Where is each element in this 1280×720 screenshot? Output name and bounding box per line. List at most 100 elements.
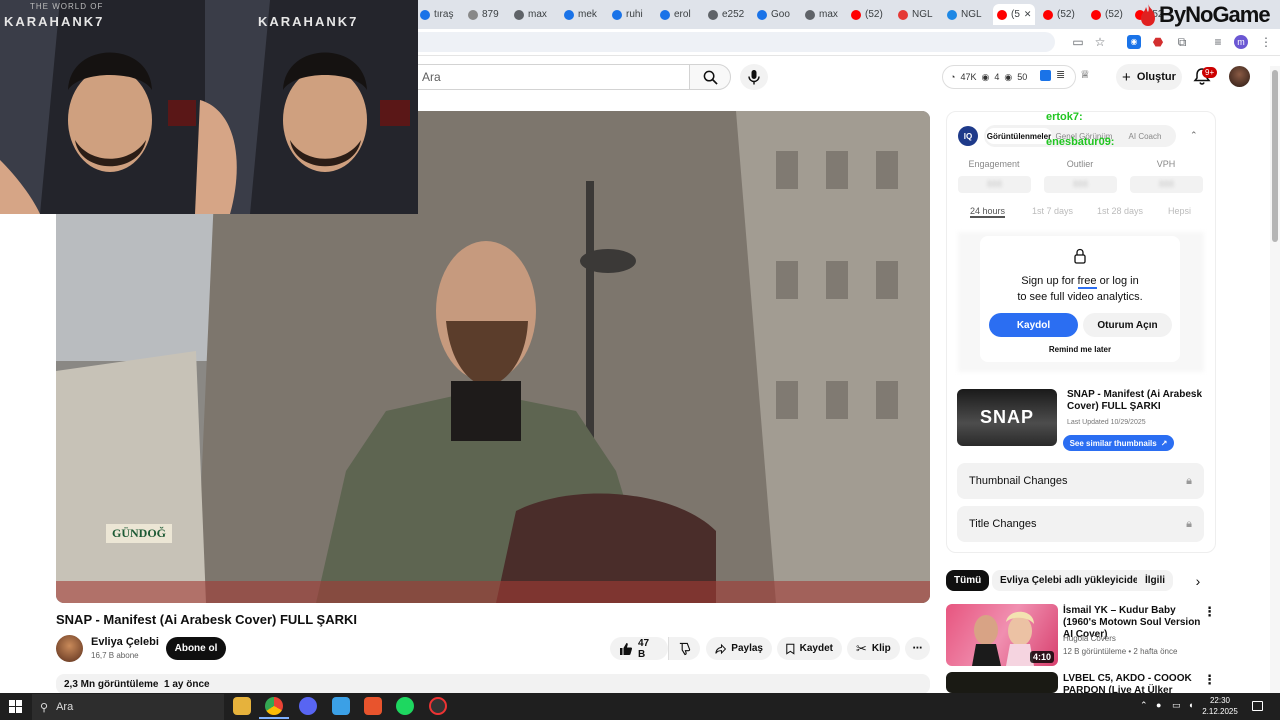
channel-avatar[interactable] xyxy=(56,635,83,662)
tab-views[interactable]: Görüntülenmeler xyxy=(986,128,1052,144)
extension-shield-icon[interactable]: ⬣ xyxy=(1151,35,1165,49)
dislike-button[interactable] xyxy=(668,637,700,660)
volume-icon[interactable]: ◖ xyxy=(1188,700,1193,710)
trophy-icon[interactable]: ♕ xyxy=(1080,68,1090,81)
voice-search-button[interactable] xyxy=(740,64,768,90)
tab-label: (5 xyxy=(1011,9,1020,20)
browser-tab[interactable]: max xyxy=(805,4,849,25)
iq-extension-icon[interactable] xyxy=(1040,70,1051,81)
browser-tab[interactable]: (52) xyxy=(1091,4,1135,25)
brave-icon[interactable] xyxy=(364,697,382,715)
obs-icon[interactable] xyxy=(429,697,447,715)
microphone-tray-icon[interactable]: ● xyxy=(1156,700,1161,710)
chart-icon[interactable]: ≣ xyxy=(1056,68,1065,81)
search-button[interactable] xyxy=(689,64,731,90)
tab-label: max xyxy=(528,9,547,20)
browser-tab[interactable]: NGL xyxy=(947,4,991,25)
like-button[interactable]: 47 B xyxy=(610,637,668,660)
browser-tab[interactable]: Goo xyxy=(757,4,801,25)
cast-icon[interactable]: ▭ xyxy=(1071,35,1085,49)
profile-avatar-icon[interactable]: m xyxy=(1234,35,1248,49)
clip-label: Klip xyxy=(871,643,891,654)
discord-icon[interactable] xyxy=(299,697,317,715)
spotify-icon[interactable] xyxy=(396,697,414,715)
range-all[interactable]: Hepsi xyxy=(1168,206,1191,216)
browser-tab[interactable]: mek xyxy=(564,4,608,25)
bookmark-icon xyxy=(786,643,795,655)
description-box[interactable]: 2,3 Mn görüntüleme 1 ay önce xyxy=(56,674,930,694)
browser-tab[interactable]: erol xyxy=(660,4,704,25)
windows-start-icon[interactable] xyxy=(9,700,22,713)
tray-chevron-icon[interactable]: ⌃ xyxy=(1140,700,1148,711)
remind-later-link[interactable]: Remind me later xyxy=(980,345,1180,354)
rec-thumbnail-1[interactable]: 4:10 xyxy=(946,604,1058,666)
login-button[interactable]: Oturum Açın xyxy=(1083,313,1172,337)
tab-favicon-icon xyxy=(564,9,574,20)
browser-tab[interactable]: tıraş xyxy=(420,4,464,25)
browser-tab[interactable]: max xyxy=(514,4,558,25)
browser-tab[interactable]: NGL xyxy=(898,4,942,25)
collapse-chevron-icon[interactable]: ⌃ xyxy=(1190,130,1198,141)
signup-button[interactable]: Kaydol xyxy=(989,313,1078,337)
like-count: 47 B xyxy=(637,637,650,660)
title-changes-row[interactable]: Title Changes 🔒︎ xyxy=(957,506,1204,542)
rec-more-icon-1[interactable]: ⋮ xyxy=(1203,604,1216,620)
taskbar-search[interactable]: ⚲ Ara xyxy=(32,694,224,720)
thumbnail-changes-row[interactable]: Thumbnail Changes 🔒︎ xyxy=(957,463,1204,499)
clip-button[interactable]: ✂ Klip xyxy=(847,637,900,660)
browser-tab[interactable]: e252 xyxy=(708,4,752,25)
browser-tab[interactable]: ruhi xyxy=(612,4,656,25)
more-actions-button[interactable]: ⋯ xyxy=(905,637,930,660)
clock-date: 2.12.2025 xyxy=(1202,707,1238,716)
channel-name[interactable]: Evliya Çelebi xyxy=(91,636,159,648)
reading-list-icon[interactable]: ≡ xyxy=(1211,35,1225,49)
clock-time: 22:30 xyxy=(1209,696,1231,705)
bookmark-star-icon[interactable]: ☆ xyxy=(1093,35,1107,49)
subscribe-button[interactable]: Abone ol xyxy=(166,637,226,660)
search-input[interactable]: Ara xyxy=(412,64,690,90)
notification-center-icon[interactable] xyxy=(1252,701,1263,711)
range-28d[interactable]: 1st 28 days xyxy=(1097,206,1143,216)
lock-icon xyxy=(1074,248,1086,264)
range-7d[interactable]: 1st 7 days xyxy=(1032,206,1073,216)
taskbar-clock[interactable]: 22:30 2.12.2025 xyxy=(1200,695,1240,717)
view-icon: ◉ xyxy=(981,71,990,82)
range-24h[interactable]: 24 hours xyxy=(970,206,1006,218)
browser-tab[interactable]: (5 ✕ xyxy=(993,4,1035,25)
extension-iq-icon[interactable]: ◉ xyxy=(1127,35,1141,49)
tab-favicon-icon xyxy=(997,9,1007,20)
rec-title-2[interactable]: LVBEL C5, AKDO - COOOK PARDON (Live At Ü… xyxy=(1063,673,1203,693)
more-menu-icon[interactable]: ⋮ xyxy=(1259,35,1273,49)
network-icon[interactable]: ▭ xyxy=(1172,700,1181,711)
browser-tab[interactable]: (52) xyxy=(851,4,895,25)
tab-ai-coach[interactable]: AI Coach xyxy=(1116,128,1174,144)
similar-thumbnails-button[interactable]: See similar thumbnails ↗ xyxy=(1063,435,1174,451)
free-link[interactable]: free xyxy=(1077,275,1097,289)
lock-message-line2: to see full video analytics. xyxy=(1017,291,1143,303)
account-avatar[interactable] xyxy=(1229,66,1250,87)
tab-favicon-icon xyxy=(514,9,524,20)
share-button[interactable]: Paylaş xyxy=(706,637,772,660)
browser-tab[interactable]: (52) xyxy=(1043,4,1087,25)
rec-more-icon-2[interactable]: ⋮ xyxy=(1203,672,1216,688)
browser-tab[interactable]: 879 xyxy=(468,4,512,25)
chevron-right-icon[interactable]: › xyxy=(1188,571,1208,591)
tab-close-icon[interactable]: ✕ xyxy=(1024,9,1032,20)
tab-favicon-icon xyxy=(851,9,861,20)
rec-channel-1[interactable]: Hugola Covers xyxy=(1063,634,1116,643)
create-button[interactable]: + Oluştur xyxy=(1116,64,1182,90)
chip-from-uploader[interactable]: Evliya Çelebi adlı yükleyiciden xyxy=(992,570,1153,591)
app-icon[interactable] xyxy=(332,697,350,715)
chrome-icon[interactable] xyxy=(265,697,283,715)
thumbnail-preview[interactable]: SNAP xyxy=(957,389,1057,446)
file-explorer-icon[interactable] xyxy=(233,697,251,715)
chip-related[interactable]: İlgili xyxy=(1137,570,1173,591)
upload-age: 1 ay önce xyxy=(164,679,210,690)
chip-all[interactable]: Tümü xyxy=(946,570,990,591)
omnibox[interactable] xyxy=(405,32,1055,52)
extensions-puzzle-icon[interactable]: ⧉ xyxy=(1175,35,1189,49)
tab-label: NGL xyxy=(961,9,982,20)
rec-thumbnail-2[interactable] xyxy=(946,672,1058,693)
save-button[interactable]: Kaydet xyxy=(777,637,842,660)
scrollbar-thumb[interactable] xyxy=(1272,70,1278,242)
